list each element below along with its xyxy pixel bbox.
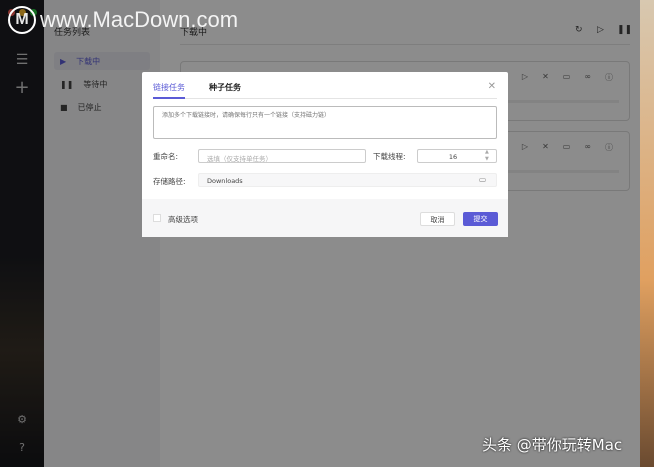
watermark: Mwww.MacDown.com [8, 6, 238, 34]
rename-input[interactable]: 选填（仅支持单任务） [198, 149, 366, 163]
dialog-tabs: 链接任务 种子任务 [153, 82, 497, 99]
advanced-label: 高级选项 [168, 215, 198, 224]
advanced-checkbox[interactable] [153, 214, 161, 222]
app-window: ☰ + ⚙ ? 任务列表 ▶ 下载中 ❚❚ 等待中 ■ 已停止 下载中 ↻ ▷ ❚❚ … [0, 0, 640, 467]
stepper-arrows-icon[interactable]: ▲ ▼ [485, 149, 489, 163]
submit-button[interactable]: 提交 [463, 212, 498, 226]
footer-watermark: 头条 @带你玩转Mac [482, 436, 623, 454]
threads-label: 下载线程: [373, 152, 406, 161]
watermark-logo: M [8, 6, 36, 34]
url-input[interactable] [153, 106, 497, 139]
add-task-dialog: 链接任务 种子任务 ✕ 重命名: 选填（仅支持单任务） 下载线程: 16 ▲▼ … [142, 72, 508, 237]
tab-torrent-task[interactable]: 种子任务 [209, 82, 241, 93]
folder-icon[interactable]: ▭ [479, 175, 486, 184]
desktop-background [640, 0, 654, 467]
path-input[interactable]: Downloads [198, 173, 497, 187]
rename-label: 重命名: [153, 152, 179, 161]
close-icon[interactable]: ✕ [488, 81, 496, 92]
cancel-button[interactable]: 取消 [420, 212, 455, 226]
dialog-footer: 高级选项 取消 提交 [142, 199, 508, 237]
path-label: 存储路径: [153, 177, 186, 186]
tab-link-task[interactable]: 链接任务 [153, 82, 185, 99]
